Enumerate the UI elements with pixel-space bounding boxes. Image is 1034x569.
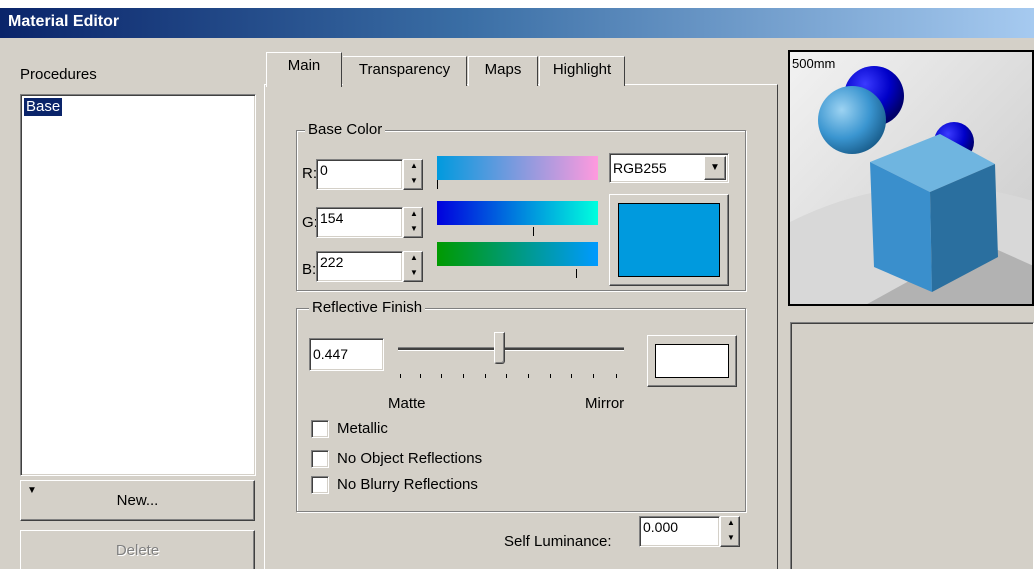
red-slider-marker [437, 180, 438, 189]
procedure-item-base[interactable]: Base [24, 98, 63, 116]
no-object-reflections-label: No Object Reflections [337, 450, 483, 467]
material-preview: 500mm [788, 50, 1034, 306]
tab-main-label: Main [287, 57, 321, 74]
green-slider-marker [533, 227, 534, 236]
reflective-finish-label: Reflective Finish [309, 299, 426, 316]
reflective-color-swatch [655, 344, 729, 378]
delete-button-label: Delete [115, 542, 160, 559]
mirror-label: Mirror [585, 395, 625, 412]
procedures-label: Procedures [20, 66, 97, 83]
reflective-finish-input[interactable]: 0.447 [309, 338, 384, 371]
no-blurry-reflections-checkbox[interactable] [311, 476, 329, 494]
procedures-list[interactable]: Base [20, 94, 256, 476]
window-title: Material Editor [8, 13, 120, 30]
self-luminance-input[interactable]: 0.000 [639, 516, 720, 547]
tab-maps-label: Maps [484, 61, 522, 78]
green-value-input[interactable]: 154 [316, 207, 403, 238]
slider-ticks [398, 374, 624, 380]
spin-down-icon[interactable]: ▼ [404, 175, 424, 190]
red-spinner[interactable]: ▲ ▼ [403, 159, 423, 190]
reflective-slider-track[interactable] [398, 347, 624, 351]
blue-gradient-slider[interactable] [437, 242, 598, 266]
preview-info-panel [790, 322, 1034, 569]
base-color-swatch [618, 203, 720, 277]
matte-label: Matte [388, 395, 426, 412]
no-object-reflections-checkbox[interactable] [311, 450, 329, 468]
spin-up-icon[interactable]: ▲ [404, 160, 424, 175]
tab-transparency[interactable]: Transparency [343, 56, 467, 86]
tab-highlight-label: Highlight [552, 61, 612, 78]
spin-up-icon[interactable]: ▲ [721, 517, 741, 532]
color-mode-value: RGB255 [613, 160, 667, 176]
new-procedure-button[interactable]: ▼ New... [20, 480, 255, 521]
blue-slider-marker [576, 269, 577, 278]
green-gradient-slider[interactable] [437, 201, 598, 225]
reflective-slider-thumb[interactable] [494, 332, 506, 364]
self-luminance-spinner[interactable]: ▲ ▼ [720, 516, 740, 547]
blue-label: B: [302, 261, 317, 278]
preview-render [790, 52, 1032, 304]
metallic-checkbox[interactable] [311, 420, 329, 438]
blue-value-input[interactable]: 222 [316, 251, 403, 282]
tab-highlight[interactable]: Highlight [539, 56, 625, 86]
green-spinner[interactable]: ▲ ▼ [403, 207, 423, 238]
tab-maps[interactable]: Maps [468, 56, 538, 86]
self-luminance-label: Self Luminance: [504, 533, 612, 550]
color-mode-select[interactable]: RGB255 ▼ [609, 153, 729, 183]
blue-spinner[interactable]: ▲ ▼ [403, 251, 423, 282]
delete-procedure-button[interactable]: Delete [20, 530, 255, 569]
tab-main[interactable]: Main [266, 52, 342, 87]
new-button-label: New... [116, 492, 159, 509]
metallic-label: Metallic [337, 420, 388, 437]
spin-down-icon[interactable]: ▼ [721, 532, 741, 547]
reflective-color-button[interactable] [647, 335, 737, 387]
material-editor-window: Material Editor Procedures Base ▼ New...… [0, 8, 1034, 569]
no-blurry-reflections-label: No Blurry Reflections [337, 476, 478, 493]
red-label: R: [302, 165, 317, 182]
base-color-label: Base Color [305, 121, 386, 138]
preview-scale-label: 500mm [792, 56, 836, 71]
red-gradient-slider[interactable] [437, 156, 598, 180]
spin-down-icon[interactable]: ▼ [404, 223, 424, 238]
tab-transparency-label: Transparency [358, 61, 451, 78]
base-color-swatch-button[interactable] [609, 194, 729, 286]
spin-up-icon[interactable]: ▲ [404, 252, 424, 267]
title-bar: Material Editor [0, 8, 1034, 38]
chevron-down-icon[interactable]: ▼ [704, 156, 726, 180]
spin-up-icon[interactable]: ▲ [404, 208, 424, 223]
spin-down-icon[interactable]: ▼ [404, 267, 424, 282]
red-value-input[interactable]: 0 [316, 159, 403, 190]
